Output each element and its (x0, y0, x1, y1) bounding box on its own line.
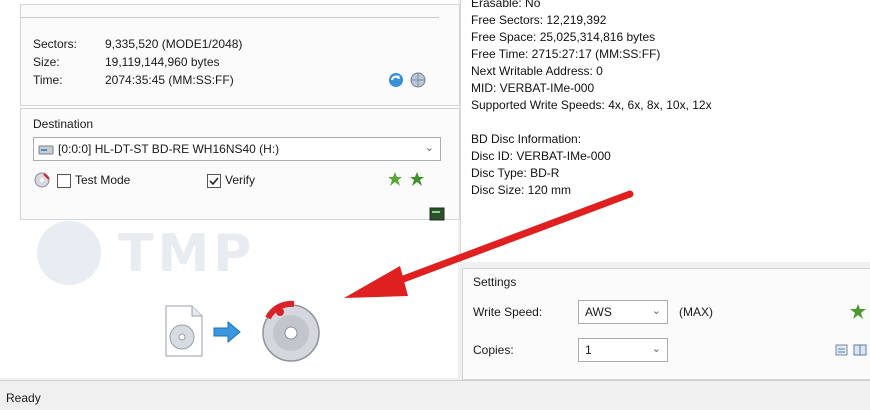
drive-icon (38, 145, 54, 155)
test-mode-label: Test Mode (75, 173, 131, 187)
size-value: 19,119,144,960 bytes (105, 55, 220, 69)
info-line: Next Writable Address: 0 (471, 64, 603, 78)
test-mode-checkbox[interactable] (57, 174, 71, 188)
info-line: Disc Type: BD-R (471, 166, 560, 180)
info-line: Erasable: No (471, 0, 541, 10)
info-line: Free Time: 2715:27:17 (MM:SS:FF) (471, 47, 661, 61)
watermark-logo: TMP (34, 218, 324, 288)
sectors-label: Sectors: (33, 37, 78, 51)
chevron-down-icon: ⌄ (651, 343, 661, 355)
erase-disc-icon[interactable] (33, 171, 51, 189)
queue-icon[interactable] (835, 343, 849, 357)
info-line: Free Sectors: 12,219,392 (471, 13, 607, 27)
copies-label: Copies: (473, 343, 514, 357)
checkmark-icon (209, 177, 219, 186)
time-value: 2074:35:45 (MM:SS:FF) (105, 73, 234, 87)
status-bar: Ready (0, 380, 870, 410)
chevron-down-icon: ⌄ (424, 142, 434, 154)
burn-disc-icon (262, 300, 320, 362)
destination-drive-select[interactable]: [0:0:0] HL-DT-ST BD-RE WH16NS40 (H:) ⌄ (33, 137, 441, 161)
info-line: Supported Write Speeds: 4x, 6x, 8x, 10x,… (471, 98, 712, 112)
verify-label: Verify (225, 173, 256, 187)
info-line: Free Space: 25,025,314,816 bytes (471, 30, 656, 44)
sectors-value: 9,335,520 (MODE1/2048) (105, 37, 243, 51)
arrow-right-icon (213, 320, 241, 344)
refresh-icon[interactable] (387, 71, 405, 89)
watermark-circle-icon (37, 221, 101, 285)
watermark-text: TMP (118, 224, 256, 284)
build-button[interactable] (162, 296, 332, 368)
copies-value: 1 (585, 343, 592, 357)
destination-title: Destination (33, 117, 94, 131)
size-label: Size: (33, 55, 60, 69)
write-speed-max: (MAX) (679, 305, 713, 319)
globe-icon[interactable] (409, 71, 427, 89)
destination-drive-value: [0:0:0] HL-DT-ST BD-RE WH16NS40 (H:) (58, 142, 280, 156)
status-text: Ready (6, 391, 41, 405)
info-line: Disc ID: VERBAT-IMe-000 (471, 149, 611, 163)
source-info-group: Sectors: 9,335,520 (MODE1/2048) Size: 19… (20, 4, 460, 106)
source-image-file-icon (165, 305, 203, 357)
star-icon[interactable] (849, 303, 867, 321)
info-line: BD Disc Information: (471, 132, 582, 146)
info-line: MID: VERBAT-IMe-000 (471, 81, 595, 95)
chevron-down-icon: ⌄ (651, 305, 661, 317)
verify-checkbox[interactable] (207, 174, 221, 188)
group-top-line (21, 17, 439, 18)
book-icon[interactable] (853, 343, 867, 357)
annotation-arrow (344, 190, 634, 298)
copies-select[interactable]: 1 ⌄ (578, 338, 668, 362)
time-label: Time: (33, 73, 63, 87)
